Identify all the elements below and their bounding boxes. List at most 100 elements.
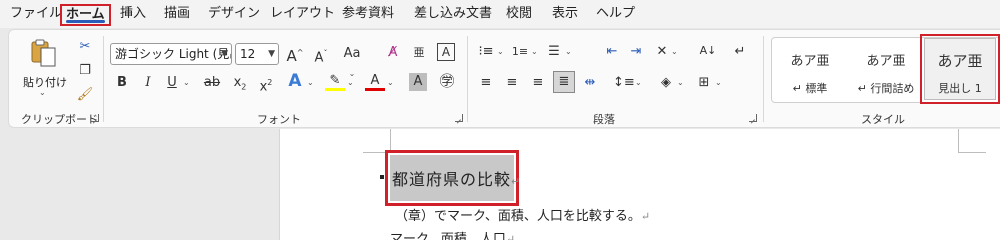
character-shading-icon[interactable]: A [409, 73, 427, 91]
character-border-icon[interactable]: A [437, 43, 455, 61]
borders-icon[interactable]: ⊞ [695, 74, 713, 92]
show-formatting-marks-icon[interactable]: ↵ [731, 43, 749, 61]
chevron-down-icon: ⌄ [348, 69, 356, 78]
body-text: （章）でマーク、面積、人口を比較する。 [395, 209, 641, 224]
underline-icon[interactable]: U [165, 74, 179, 92]
chevron-down-icon: ⌄ [307, 78, 314, 87]
numbering-icon[interactable]: 1≡ [511, 43, 529, 61]
separator [467, 36, 468, 122]
chevron-down-icon: ⌄ [497, 47, 504, 56]
paste-button[interactable]: 貼り付け ⌄ [19, 38, 67, 100]
chevron-down-icon: ⌄ [677, 78, 684, 87]
italic-icon[interactable]: I [141, 74, 155, 92]
phonetic-guide-icon[interactable]: 亜 [409, 44, 429, 62]
tab-review[interactable]: 校閲 [502, 4, 536, 26]
font-group-label: フォント [257, 113, 301, 126]
chevron-down-icon: ⌄ [347, 78, 354, 87]
bullets-icon[interactable]: ⁝≡ [477, 43, 495, 61]
ribbon-tab-bar: ファイル ホーム 挿入 描画 デザイン レイアウト 参考資料 差し込み文書 校閲… [0, 0, 1000, 28]
clipboard-launcher-icon[interactable] [91, 114, 99, 122]
clipboard-icon [31, 39, 56, 67]
shading-icon[interactable]: ◈ [657, 74, 675, 92]
sort-icon[interactable]: A↓ [699, 42, 717, 60]
paragraph-group-label: 段落 [593, 113, 615, 126]
multilevel-list-icon[interactable]: ☰ [545, 43, 563, 61]
body-paragraph[interactable]: マーク、面積、人口↵ [390, 228, 515, 240]
heading-text: 都道府県の比較 [392, 170, 512, 189]
font-color-bar [365, 88, 385, 91]
body-text: マーク、面積、人口 [390, 232, 506, 240]
chevron-down-icon: ⌄ [531, 47, 538, 56]
style-sample: あア亜 [866, 54, 906, 69]
cut-icon[interactable]: ✂ [75, 38, 95, 56]
clear-formatting-icon[interactable]: A̸ [383, 44, 403, 62]
bold-icon[interactable]: B [115, 74, 129, 92]
paste-dropdown-icon: ⌄ [39, 88, 46, 97]
chevron-down-icon: ⌄ [183, 78, 190, 87]
increase-indent-icon[interactable]: ⇥ [627, 43, 645, 61]
style-name: 見出し 1 [938, 82, 982, 95]
text-effects-icon[interactable]: A [285, 72, 305, 90]
chevron-down-icon: ⌄ [635, 78, 642, 87]
document-heading[interactable]: 都道府県の比較↵ [392, 166, 521, 190]
align-center-icon[interactable]: ≡ [503, 74, 521, 92]
styles-group-label: スタイル [861, 113, 905, 126]
chevron-down-icon: ⌄ [565, 47, 572, 56]
font-size-select[interactable]: 12 ▼ [235, 43, 279, 65]
line-spacing-icon[interactable]: ↕≡ [613, 74, 635, 92]
grow-font-icon[interactable]: A^ [285, 44, 305, 65]
separator [763, 36, 764, 122]
enclose-characters-icon[interactable]: ㊫ [437, 72, 457, 90]
highlight-icon[interactable]: ✎ [325, 72, 345, 91]
asian-layout-icon[interactable]: ✕ [653, 43, 671, 61]
ribbon: 貼り付け ⌄ ✂ ❐ 🖌 クリップボード 游ゴシック Light (見出 ▼ 1… [8, 29, 1000, 128]
font-name-select[interactable]: 游ゴシック Light (見出 ▼ [110, 43, 232, 65]
chevron-down-icon: ⌄ [387, 78, 394, 87]
shrink-font-icon[interactable]: Aˇ [311, 45, 331, 67]
tab-home[interactable]: ホーム [60, 4, 111, 26]
superscript-icon[interactable]: x2 [257, 74, 275, 96]
tab-design[interactable]: デザイン [204, 4, 264, 26]
style-no-spacing[interactable]: あア亜 ↵ 行間詰め [850, 38, 922, 102]
style-sample: あア亜 [937, 52, 983, 70]
body-paragraph[interactable]: （章）でマーク、面積、人口を比較する。↵ [395, 205, 650, 224]
copy-icon[interactable]: ❐ [75, 62, 95, 80]
tab-references[interactable]: 参考資料 [338, 4, 398, 26]
tab-view[interactable]: 表示 [548, 4, 582, 26]
font-launcher-icon[interactable] [455, 114, 463, 122]
tab-help[interactable]: ヘルプ [592, 4, 639, 26]
distributed-icon[interactable]: ⇹ [581, 74, 599, 92]
font-name-value: 游ゴシック Light (見出 [115, 47, 232, 61]
style-name: ↵ 行間詰め [857, 82, 915, 95]
margin-corner-mark [958, 129, 986, 153]
font-color-icon[interactable]: A [365, 72, 385, 91]
chevron-down-icon: ▼ [268, 49, 275, 59]
style-heading-1[interactable]: あア亜 見出し 1 [920, 34, 1000, 104]
font-size-value: 12 [240, 47, 256, 61]
style-sample: あア亜 [790, 54, 830, 69]
separator [103, 36, 104, 122]
style-gallery: あア亜 ↵ 標準 あア亜 ↵ 行間詰め あア亜 見出し 1 [771, 34, 1000, 104]
format-painter-icon[interactable]: 🖌 [75, 86, 95, 104]
justify-icon[interactable]: ≣ [553, 71, 575, 93]
style-normal[interactable]: あア亜 ↵ 標準 [774, 38, 846, 102]
style-name: ↵ 標準 [792, 82, 828, 95]
strikethrough-icon[interactable]: ab [201, 74, 223, 92]
subscript-icon[interactable]: x2 [231, 74, 249, 97]
tab-layout[interactable]: レイアウト [266, 4, 339, 26]
paragraph-launcher-icon[interactable] [749, 114, 757, 122]
tab-insert[interactable]: 挿入 [116, 4, 150, 26]
tab-draw[interactable]: 描画 [160, 4, 194, 26]
tab-mailings[interactable]: 差し込み文書 [410, 4, 496, 26]
paragraph-mark: ↵ [640, 210, 651, 223]
heading-bullet-mark [380, 175, 384, 179]
tab-file[interactable]: ファイル [6, 4, 66, 26]
decrease-indent-icon[interactable]: ⇤ [603, 43, 621, 61]
align-left-icon[interactable]: ≡ [477, 74, 495, 92]
change-case-label: Aa [343, 46, 361, 61]
align-right-icon[interactable]: ≡ [529, 74, 547, 92]
paragraph-mark: ↵ [511, 175, 522, 188]
clipboard-group-label: クリップボード [21, 113, 98, 126]
chevron-down-icon: ⌄ [671, 47, 678, 56]
paragraph-mark: ↵ [505, 233, 516, 240]
